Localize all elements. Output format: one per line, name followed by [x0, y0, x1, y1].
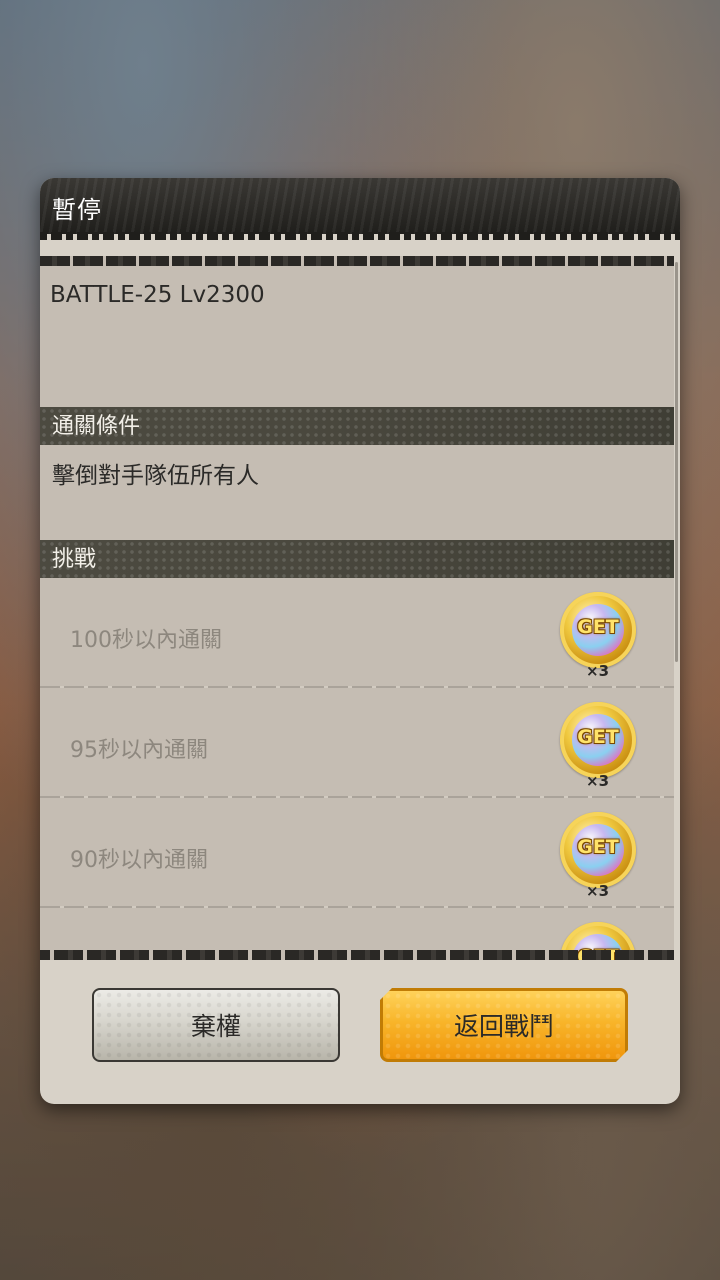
- reward-count: ×3: [586, 882, 610, 900]
- challenge-item: 95秒以內通關 GET ×3: [40, 688, 674, 798]
- forfeit-button[interactable]: 棄權: [92, 988, 340, 1062]
- clear-condition-text: 擊倒對手隊伍所有人: [52, 463, 259, 489]
- challenge-label: 100秒以內通關: [70, 628, 222, 653]
- challenge-label: 90秒以內通關: [70, 848, 208, 873]
- panel-torn-edge-top: [40, 256, 674, 266]
- challenge-label: 95秒以內通關: [70, 738, 208, 763]
- stage-title: BATTLE-25 Lv2300: [50, 282, 265, 308]
- panel-torn-edge-bottom: [40, 950, 674, 960]
- dialog-title: 暫停: [52, 196, 102, 224]
- get-medal-icon: GET: [560, 702, 636, 778]
- scrollbar[interactable]: [674, 256, 680, 960]
- info-panel[interactable]: BATTLE-25 Lv2300 通關條件 擊倒對手隊伍所有人 挑戰 100秒以…: [40, 256, 674, 960]
- get-medal-icon: GET: [560, 592, 636, 668]
- challenge-item: 90秒以內通關 GET ×3: [40, 798, 674, 908]
- challenge-item: 100秒以內通關 GET ×3: [40, 578, 674, 688]
- pause-dialog: 暫停 BATTLE-25 Lv2300 通關條件 擊倒對手隊伍所有人 挑戰 10…: [40, 178, 680, 1104]
- reward-count: ×3: [586, 662, 610, 680]
- scrollbar-thumb[interactable]: [675, 262, 678, 662]
- dialog-title-bar: 暫停: [40, 178, 680, 240]
- reward-count: ×3: [586, 772, 610, 790]
- get-medal-icon: GET: [560, 812, 636, 888]
- clear-condition-header: 通關條件: [40, 407, 674, 445]
- challenge-header: 挑戰: [40, 540, 674, 578]
- return-to-battle-button[interactable]: 返回戰鬥: [380, 988, 628, 1062]
